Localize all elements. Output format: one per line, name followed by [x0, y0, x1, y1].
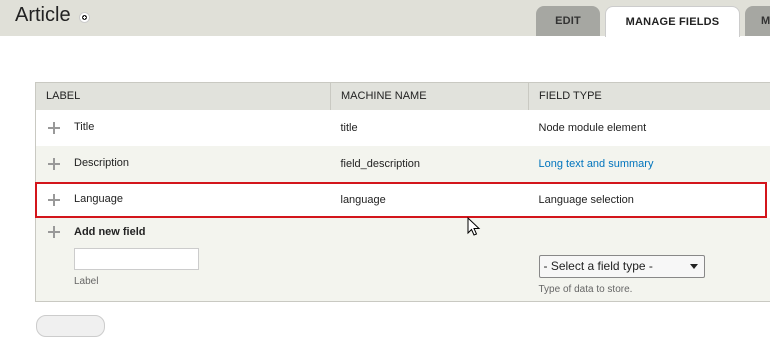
add-new-field-empty-cell — [331, 218, 529, 302]
new-field-label-input[interactable] — [74, 248, 199, 270]
field-label: Description — [74, 157, 129, 169]
column-header-label: Label — [36, 83, 331, 110]
add-new-field-cell: Add new field Label — [36, 218, 331, 302]
drag-handle-icon[interactable] — [48, 122, 60, 134]
table-row: Title title Node module element — [36, 110, 770, 146]
tab-manage-fields[interactable]: Manage fields — [605, 6, 740, 37]
field-label: Language — [74, 193, 123, 205]
fields-table: Label Machine name Field type Title titl… — [35, 82, 770, 302]
table-header-row: Label Machine name Field type — [36, 83, 770, 110]
new-field-label-description: Label — [74, 276, 321, 287]
tab-manage-display[interactable]: M — [745, 6, 770, 36]
page-title: Article — [15, 4, 71, 27]
save-button[interactable] — [36, 315, 105, 337]
column-header-machine-name: Machine name — [331, 83, 529, 110]
cell-machine-name: title — [331, 110, 529, 146]
add-shortcut-icon[interactable] — [79, 12, 90, 23]
drag-handle-icon[interactable] — [48, 158, 60, 170]
cell-label: Title — [36, 110, 331, 146]
drag-handle-icon[interactable] — [48, 226, 60, 238]
add-new-field-title: Add new field — [74, 226, 146, 238]
cell-field-type: Language selection — [529, 182, 770, 218]
cell-machine-name: field_description — [331, 146, 529, 182]
table-row: Description field_description Long text … — [36, 146, 770, 182]
cell-machine-name: language — [331, 182, 529, 218]
field-label: Title — [74, 121, 94, 133]
cell-label: Description — [36, 146, 331, 182]
add-new-field-type-cell: - Select a field type - Type of data to … — [529, 218, 770, 302]
cell-field-type: Long text and summary — [529, 146, 770, 182]
field-type-select[interactable]: - Select a field type - — [539, 255, 705, 278]
drag-handle-icon[interactable] — [48, 194, 60, 206]
table-row: Language language Language selection — [36, 182, 770, 218]
field-type-select-value: - Select a field type - — [544, 259, 653, 273]
tab-edit[interactable]: Edit — [536, 6, 600, 36]
chevron-down-icon — [690, 264, 698, 269]
column-header-field-type: Field type — [529, 83, 770, 110]
page-header: Article Edit Manage fields M — [0, 0, 770, 36]
cell-field-type: Node module element — [529, 110, 770, 146]
cell-label: Language — [36, 182, 331, 218]
add-new-field-row: Add new field Label - Select a field typ… — [36, 218, 770, 302]
field-type-link[interactable]: Long text and summary — [539, 158, 654, 170]
mouse-cursor-icon — [467, 217, 481, 237]
field-type-description: Type of data to store. — [539, 284, 770, 295]
